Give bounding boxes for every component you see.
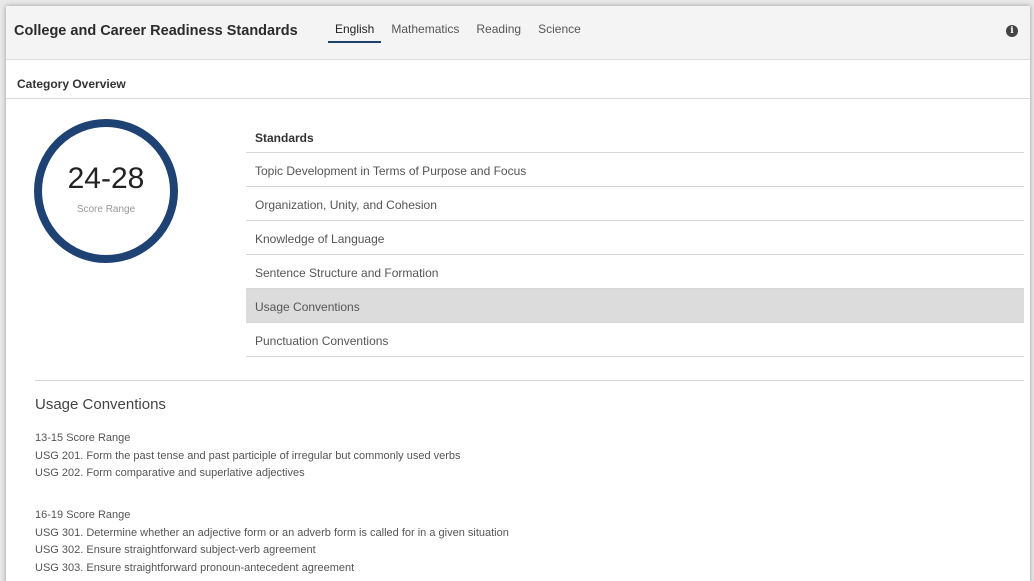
tab-science[interactable]: Science	[531, 6, 588, 43]
section-divider	[35, 380, 1024, 381]
app-title: College and Career Readiness Standards	[14, 23, 298, 39]
app-window: College and Career Readiness Standards E…	[6, 6, 1030, 581]
standard-item: USG 303. Ensure straightforward pronoun-…	[35, 561, 355, 574]
score-range-group: 13-15 Score Range USG 201. Form the past…	[35, 430, 1025, 483]
group-range-label: 16-19 Score Range	[35, 509, 131, 521]
standard-item: USG 302. Ensure straightforward subject-…	[35, 544, 316, 556]
standards-table: Standards Topic Development in Terms of …	[246, 121, 1024, 357]
standard-item: USG 202. Form comparative and superlativ…	[35, 467, 305, 479]
top-bar: College and Career Readiness Standards E…	[6, 6, 1030, 60]
standard-row[interactable]: Sentence Structure and Formation	[246, 255, 1024, 289]
info-icon[interactable]: i	[1006, 25, 1018, 37]
score-range-ring: 24-28 Score Range	[34, 119, 178, 263]
tab-mathematics[interactable]: Mathematics	[384, 6, 466, 43]
score-range-group: 16-19 Score Range USG 301. Determine whe…	[35, 507, 1025, 577]
standard-row[interactable]: Punctuation Conventions	[246, 323, 1024, 357]
detail-title: Usage Conventions	[35, 396, 166, 413]
group-range-label: 13-15 Score Range	[35, 432, 131, 444]
standard-item: USG 301. Determine whether an adjective …	[35, 526, 509, 539]
category-overview-header: Category Overview	[6, 68, 1030, 99]
score-value: 24-28	[67, 162, 145, 195]
tab-reading[interactable]: Reading	[469, 6, 528, 43]
standard-row[interactable]: Topic Development in Terms of Purpose an…	[246, 153, 1024, 187]
standard-row[interactable]: Organization, Unity, and Cohesion	[246, 187, 1024, 221]
subject-tabs: English Mathematics Reading Science	[328, 6, 591, 60]
standard-row-selected[interactable]: Usage Conventions	[246, 289, 1024, 323]
tab-english[interactable]: English	[328, 6, 382, 43]
category-overview-title: Category Overview	[17, 77, 126, 91]
standard-row[interactable]: Knowledge of Language	[246, 221, 1024, 255]
standard-item: USG 201. Form the past tense and past pa…	[35, 449, 461, 462]
score-label: Score Range	[76, 204, 136, 215]
standards-header: Standards	[246, 121, 1024, 153]
